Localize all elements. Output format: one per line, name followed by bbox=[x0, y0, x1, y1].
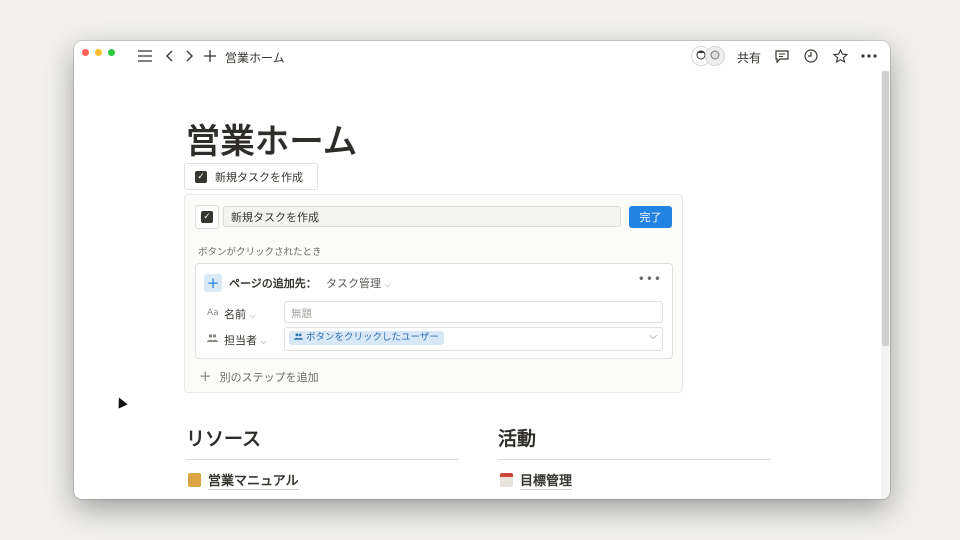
text-property-icon: Aa bbox=[207, 308, 219, 318]
chevron-down-icon[interactable]: ⌵ bbox=[649, 331, 657, 342]
goal-management-link[interactable]: 目標管理 bbox=[500, 470, 573, 490]
collaborator-avatars[interactable] bbox=[691, 46, 725, 66]
divider bbox=[186, 459, 459, 460]
done-button[interactable]: 完了 bbox=[629, 206, 672, 228]
breadcrumb[interactable]: 営業ホーム bbox=[225, 49, 285, 66]
calendar-icon bbox=[500, 473, 513, 487]
clock-icon[interactable] bbox=[802, 47, 820, 65]
people-icon bbox=[207, 334, 218, 345]
menu-icon[interactable] bbox=[136, 47, 154, 65]
comment-icon[interactable] bbox=[773, 47, 791, 65]
plus-icon: + bbox=[199, 367, 212, 385]
plus-icon: + bbox=[204, 274, 222, 292]
property-label-text: 名前 bbox=[224, 308, 246, 321]
add-step-button[interactable]: + 別のステップを追加 bbox=[199, 367, 319, 385]
people-icon bbox=[294, 333, 303, 340]
forward-icon[interactable] bbox=[181, 47, 199, 65]
chevron-down-icon: ⌵ bbox=[384, 280, 391, 289]
share-button[interactable]: 共有 bbox=[737, 49, 761, 66]
checkbox-icon: ✓ bbox=[201, 211, 213, 223]
resources-heading: リソース bbox=[186, 428, 262, 450]
database-name: タスク管理 bbox=[326, 277, 381, 290]
book-icon bbox=[188, 473, 201, 487]
button-name-input[interactable]: 新規タスクを作成 bbox=[223, 206, 621, 227]
page-title[interactable]: 営業ホーム bbox=[186, 114, 357, 163]
chevron-down-icon: ⌵ bbox=[249, 311, 256, 320]
divider bbox=[498, 459, 771, 460]
back-icon[interactable] bbox=[160, 47, 178, 65]
assignee-tag-label: ボタンをクリックしたユーザー bbox=[306, 332, 439, 343]
button-icon-picker[interactable]: ✓ bbox=[195, 205, 219, 229]
assignee-tag[interactable]: ボタンをクリックしたユーザー bbox=[289, 331, 444, 345]
trigger-label: ボタンがクリックされたとき bbox=[198, 247, 322, 258]
assignee-field[interactable]: ボタンをクリックしたユーザー ⌵ bbox=[284, 327, 663, 351]
property-assignee-label[interactable]: 担当者 ⌵ bbox=[224, 332, 267, 348]
link-text: 目標管理 bbox=[520, 474, 573, 490]
zoom-window-button[interactable] bbox=[108, 49, 115, 56]
add-page-action: + ページの追加先： タスク管理 ⌵ ••• Aa 名前 ⌵ 無題 担当者 ⌵ bbox=[195, 263, 673, 359]
app-window: 営業ホーム 共有 営業ホーム ✓ 新規タスクを作成 ✓ 新規タスクを作成 完了 … bbox=[74, 41, 890, 499]
title-bar: 営業ホーム 共有 bbox=[74, 41, 890, 71]
activity-heading: 活動 bbox=[498, 428, 537, 450]
star-icon[interactable] bbox=[831, 47, 849, 65]
add-step-label: 別のステップを追加 bbox=[219, 371, 319, 384]
property-name-label[interactable]: 名前 ⌵ bbox=[224, 306, 256, 322]
more-icon[interactable] bbox=[860, 47, 878, 65]
plus-icon[interactable] bbox=[201, 47, 219, 65]
avatar[interactable] bbox=[705, 46, 725, 66]
create-task-button[interactable]: ✓ 新規タスクを作成 bbox=[184, 163, 318, 190]
property-label-text: 担当者 bbox=[224, 334, 257, 347]
name-placeholder: 無題 bbox=[291, 308, 312, 320]
name-field[interactable]: 無題 bbox=[284, 301, 663, 323]
link-text: 営業マニュアル bbox=[208, 474, 299, 490]
action-label: ページの追加先： bbox=[229, 277, 317, 290]
database-select[interactable]: タスク管理 ⌵ bbox=[326, 275, 391, 291]
close-window-button[interactable] bbox=[82, 49, 89, 56]
button-editor-panel: ✓ 新規タスクを作成 完了 ボタンがクリックされたとき + ページの追加先： タ… bbox=[184, 194, 683, 393]
checkbox-icon: ✓ bbox=[195, 170, 207, 183]
sales-manual-link[interactable]: 営業マニュアル bbox=[188, 470, 299, 490]
more-icon[interactable]: ••• bbox=[638, 272, 662, 286]
chevron-down-icon: ⌵ bbox=[260, 337, 267, 346]
minimize-window-button[interactable] bbox=[95, 49, 102, 56]
scrollbar-thumb[interactable] bbox=[882, 71, 889, 346]
button-label: 新規タスクを作成 bbox=[215, 170, 303, 184]
